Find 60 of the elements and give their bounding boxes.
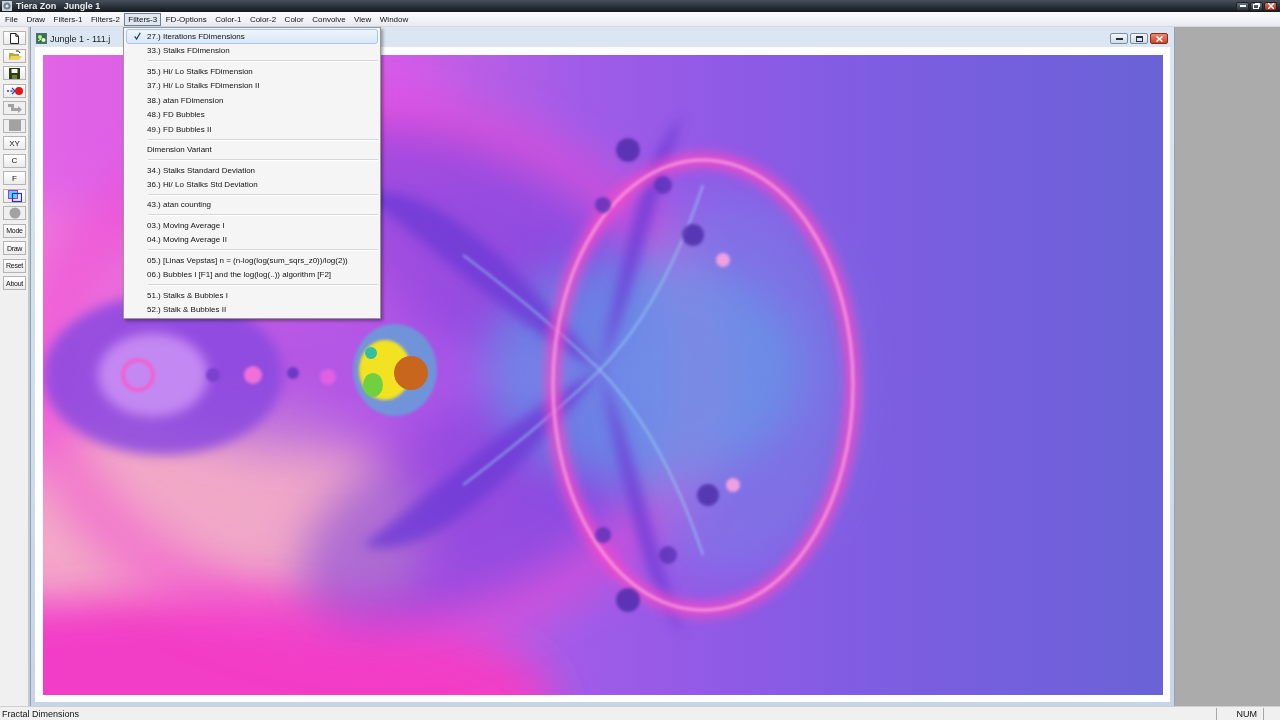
menu-item[interactable]: 34.) Stalks Standard Deviation bbox=[126, 162, 378, 178]
menu-item[interactable]: FD-Options bbox=[161, 12, 211, 26]
menu-item[interactable]: 51.) Stalks & Bubbles I bbox=[126, 287, 378, 303]
toolbar-button[interactable]: C bbox=[3, 153, 26, 168]
menu-item[interactable]: 43.) atan counting bbox=[126, 197, 378, 213]
close-button[interactable] bbox=[1264, 1, 1277, 11]
menu-item[interactable]: Filters-3 bbox=[124, 12, 162, 26]
menu-item[interactable]: Color-2 bbox=[245, 12, 281, 26]
square-icon bbox=[8, 120, 21, 131]
toolbar-button[interactable] bbox=[3, 66, 26, 80]
menu-item[interactable]: 27.) Iterations FDimensions bbox=[126, 29, 378, 44]
menu-item[interactable]: Filters-2 bbox=[86, 12, 124, 26]
close-icon bbox=[1155, 35, 1163, 42]
menu-item[interactable]: 49.) FD Bubbles II bbox=[126, 122, 378, 137]
menu-item[interactable]: Filters-1 bbox=[49, 12, 87, 26]
window-title: Tiera Zon Jungle 1 bbox=[16, 0, 101, 12]
menu-item[interactable]: 36.) Hi/ Lo Stalks Std Deviation bbox=[126, 177, 378, 192]
minimize-icon bbox=[1115, 37, 1123, 40]
menu-item[interactable]: 05.) [Linas Vepstas] n = (n-log(log(sum_sqrs_z0))/log(2)) bbox=[126, 252, 378, 268]
menu-item[interactable]: 48.) FD Bubbles bbox=[126, 107, 378, 123]
menu-item[interactable]: Color-1 bbox=[211, 12, 246, 26]
toolbar-button[interactable] bbox=[3, 31, 26, 45]
restore-icon bbox=[1253, 3, 1260, 9]
num-lock-indicator: NUM bbox=[1215, 707, 1264, 720]
toolbar-button[interactable] bbox=[3, 188, 26, 203]
maximize-icon bbox=[1135, 35, 1143, 42]
menu-item[interactable]: 33.) Stalks FDimension bbox=[126, 43, 378, 59]
menu-item[interactable]: Window bbox=[375, 12, 413, 26]
close-icon bbox=[1267, 3, 1274, 9]
menu-item[interactable]: Convolve bbox=[308, 12, 350, 26]
toolbar-button[interactable]: XY bbox=[3, 136, 26, 150]
menu-item[interactable]: File bbox=[1, 12, 22, 26]
menu-item[interactable]: 37.) Hi/ Lo Stalks FDimension II bbox=[126, 78, 378, 94]
minimize-button[interactable] bbox=[1110, 33, 1128, 44]
menu-item[interactable]: 38.) atan FDimension bbox=[126, 93, 378, 108]
squares-icon bbox=[7, 189, 22, 202]
menu-item[interactable]: 04.) Moving Average II bbox=[126, 232, 378, 248]
menu-item[interactable]: Dimension Variant bbox=[126, 142, 378, 158]
menu-item[interactable]: Color bbox=[280, 12, 308, 26]
circle-icon bbox=[8, 207, 21, 219]
minimize-icon bbox=[1239, 5, 1246, 7]
folder-icon bbox=[7, 50, 22, 61]
close-button[interactable] bbox=[1150, 33, 1168, 44]
maximize-button[interactable] bbox=[1130, 33, 1148, 44]
menu-item[interactable]: Draw bbox=[22, 12, 50, 26]
minimize-button[interactable] bbox=[1236, 1, 1249, 11]
toolbar-button[interactable]: F bbox=[3, 171, 26, 185]
maximize-button[interactable] bbox=[1250, 1, 1263, 11]
menu-item[interactable]: 52.) Stalk & Bubbles II bbox=[126, 302, 378, 317]
menu-item[interactable]: 03.) Moving Average I bbox=[126, 217, 378, 233]
picture-icon bbox=[36, 33, 47, 44]
step-arrow-icon bbox=[7, 103, 22, 113]
status-message: Fractal Dimensions bbox=[1, 708, 81, 719]
menu-item[interactable]: 06.) Bubbles I [F1] and the log(log(..)) algorithm [F2] bbox=[126, 267, 378, 283]
menu-item[interactable]: 35.) Hi/ Lo Stalks FDimension bbox=[126, 63, 378, 79]
document-title: Jungle 1 - 111.j bbox=[50, 33, 111, 44]
menu-item[interactable]: View bbox=[350, 12, 376, 26]
save-icon bbox=[9, 67, 20, 79]
dot-arrow-icon bbox=[6, 85, 23, 96]
document-icon bbox=[10, 32, 19, 44]
